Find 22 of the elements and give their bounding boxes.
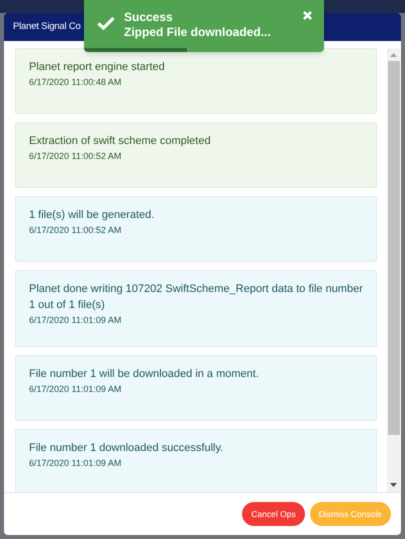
message-time: 6/17/2020 11:00:52 AM xyxy=(29,150,122,162)
message-text: File number 1 will be downloaded in a moment. xyxy=(29,367,260,382)
toast-message: Zipped File downloaded... xyxy=(124,25,271,40)
toast-title: Success xyxy=(124,10,174,25)
console-button[interactable]: Cancel Ops xyxy=(242,502,305,526)
message-text: 1 file(s) will be generated. xyxy=(29,208,156,223)
message-text: Extraction of swift scheme completed xyxy=(29,134,212,149)
message-time: 6/17/2020 11:01:09 AM xyxy=(29,457,122,469)
scroll-up-icon[interactable] xyxy=(390,53,397,57)
message-text: Planet done writing 107202 SwiftScheme_Report data to file number 1 out of 1 file(s) xyxy=(29,282,364,313)
message-text: Planet report engine started xyxy=(29,60,166,75)
window-title: Planet Signal Co xyxy=(13,20,81,34)
message-text: File number 1 downloaded successfully. xyxy=(29,441,224,456)
scroll-down-icon[interactable] xyxy=(390,483,397,487)
scrollbar-thumb[interactable] xyxy=(388,61,400,435)
message-time: 6/17/2020 11:01:09 AM xyxy=(29,314,122,326)
message-time: 6/17/2020 11:00:48 AM xyxy=(29,76,122,88)
close-icon[interactable] xyxy=(303,11,312,20)
scrollbar[interactable] xyxy=(387,48,400,492)
message-time: 6/17/2020 11:00:52 AM xyxy=(29,224,122,236)
message-time: 6/17/2020 11:01:09 AM xyxy=(29,383,122,395)
check-icon xyxy=(97,16,115,30)
